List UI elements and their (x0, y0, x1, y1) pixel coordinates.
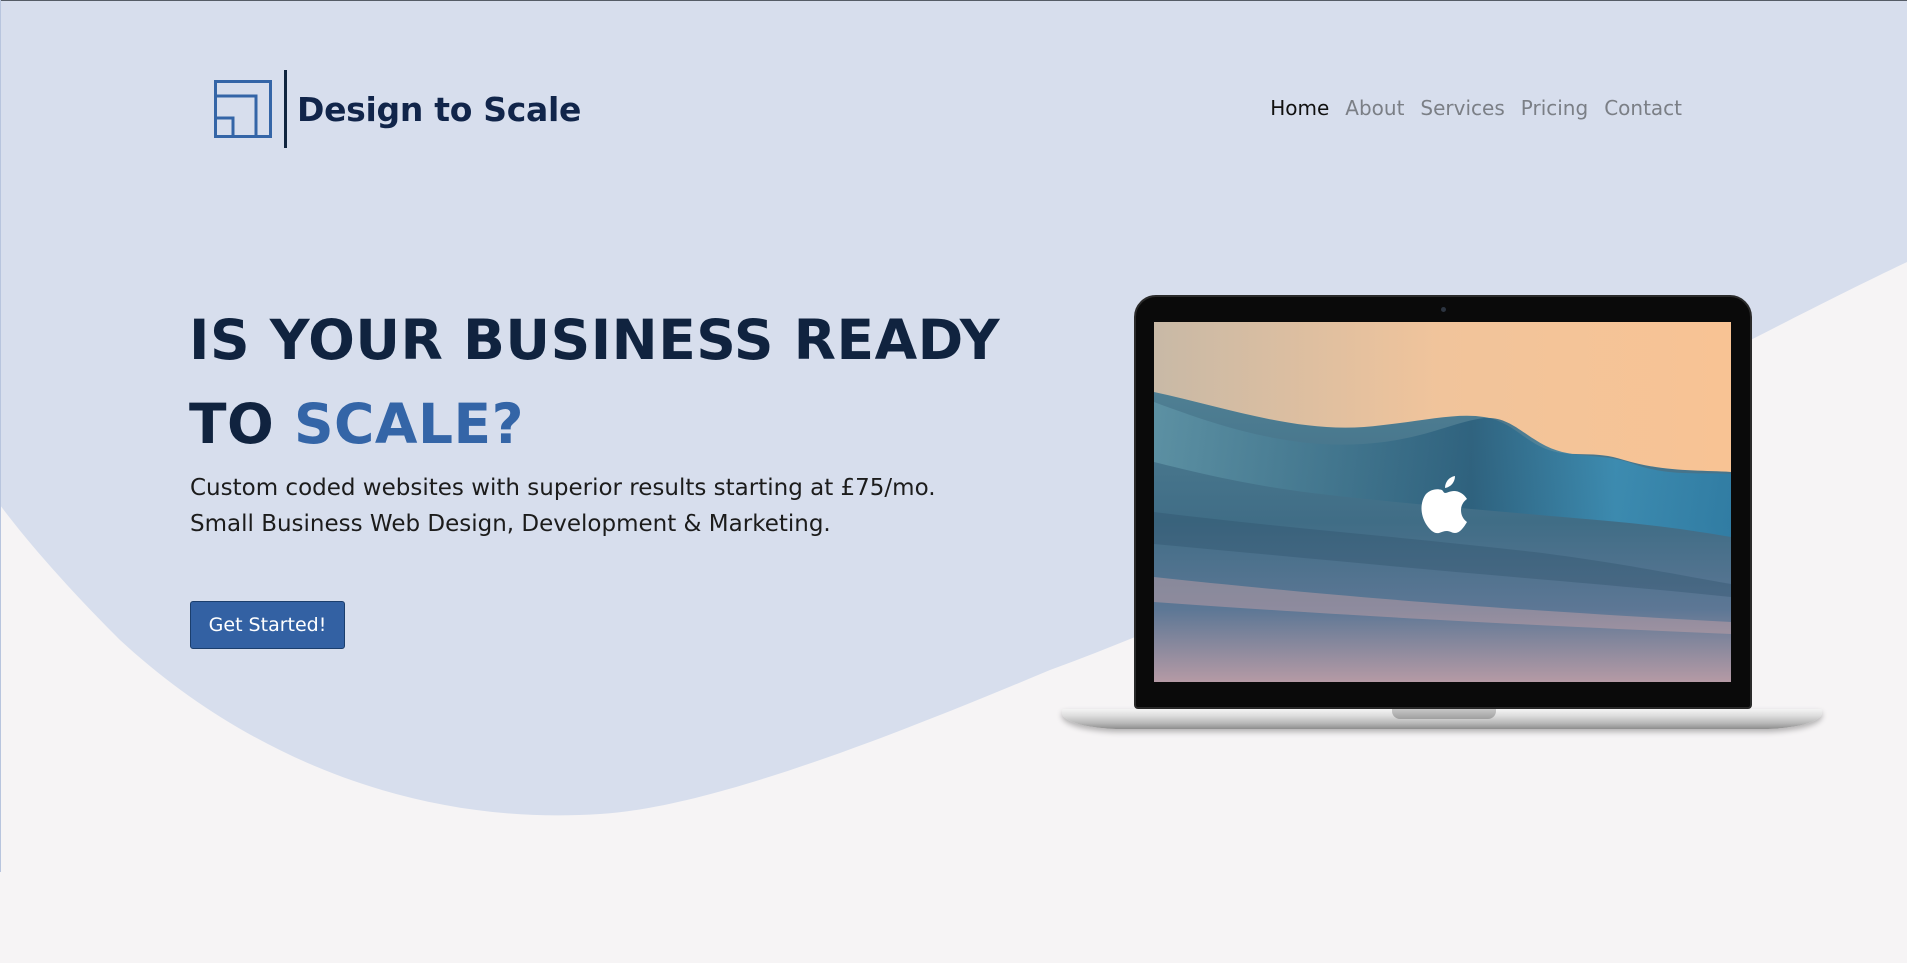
window-top-border (0, 0, 1907, 1)
brand-logo-link[interactable]: Design to Scale (214, 70, 581, 148)
headline-accent-word: SCALE? (293, 392, 525, 456)
get-started-button[interactable]: Get Started! (190, 601, 345, 649)
brand-name: Design to Scale (297, 89, 582, 129)
nav-link-services[interactable]: Services (1420, 96, 1504, 120)
nav-link-pricing[interactable]: Pricing (1521, 96, 1588, 120)
laptop-screen (1154, 322, 1731, 682)
window-left-edge (0, 0, 1, 872)
hero-subtext-line-1: Custom coded websites with superior resu… (190, 475, 936, 501)
headline-line-2-prefix: TO (189, 392, 275, 456)
nav-link-about[interactable]: About (1345, 96, 1404, 120)
main-nav: Home About Services Pricing Contact (1270, 96, 1682, 120)
nav-link-home[interactable]: Home (1270, 96, 1329, 120)
hero-subtext: Custom coded websites with superior resu… (190, 470, 936, 542)
webcam-dot (1441, 307, 1446, 312)
hero-subtext-line-2: Small Business Web Design, Development &… (190, 511, 831, 537)
laptop-base (1062, 709, 1822, 729)
laptop-lid (1134, 295, 1752, 709)
laptop-opening-notch (1392, 709, 1496, 719)
headline-line-1: IS YOUR BUSINESS READY (189, 308, 1001, 372)
nav-link-contact[interactable]: Contact (1604, 96, 1682, 120)
logo-divider (284, 70, 287, 148)
wave-wallpaper-image (1154, 322, 1731, 682)
laptop-image (1062, 295, 1822, 733)
hero-headline: IS YOUR BUSINESS READY TO SCALE? (189, 298, 1000, 466)
nested-squares-icon (214, 80, 272, 138)
